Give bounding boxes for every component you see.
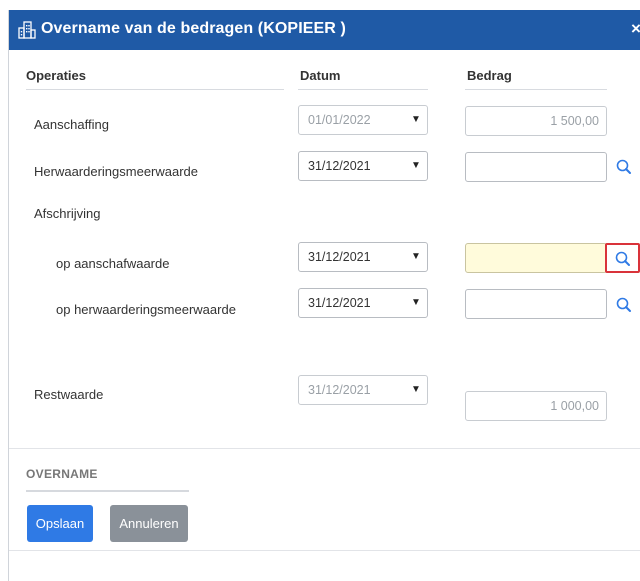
amount-field-op-aanschafwaarde[interactable] [465,243,607,273]
column-header-date: Datum [300,68,341,83]
amount-value: 1 500,00 [550,114,599,128]
close-icon[interactable]: × [631,19,640,39]
section-title-overname: OVERNAME [26,467,98,481]
row-label-op-aanschafwaarde: op aanschafwaarde [56,256,170,271]
section-underline [26,490,189,492]
row-label-herwaardering: Herwaarderingsmeerwaarde [34,164,199,179]
amount-field-restwaarde: 1 000,00 [465,391,607,421]
search-icon [615,251,630,266]
amount-field-aanschaffing: 1 500,00 [465,106,607,136]
date-value: 31/12/2021 [308,159,371,173]
header-divider [298,89,428,90]
date-select-op-aanschafwaarde[interactable]: 31/12/2021 ▼ [298,242,428,272]
amount-field-op-herwaardering[interactable] [465,289,607,319]
date-select-aanschaffing: 01/01/2022 ▼ [298,105,428,135]
amount-value: 1 000,00 [550,399,599,413]
column-header-amount: Bedrag [467,68,512,83]
row-label-op-herwaardering: op herwaarderingsmeerwaarde [56,302,236,317]
date-select-op-herwaardering[interactable]: 31/12/2021 ▼ [298,288,428,318]
row-label-aanschaffing: Aanschaffing [34,117,109,132]
date-select-herwaardering[interactable]: 31/12/2021 ▼ [298,151,428,181]
dropdown-arrow-icon: ▼ [411,114,421,125]
dropdown-arrow-icon: ▼ [411,297,421,308]
date-value: 01/01/2022 [308,113,371,127]
date-value: 31/12/2021 [308,296,371,310]
dropdown-arrow-icon: ▼ [411,384,421,395]
dropdown-arrow-icon: ▼ [411,251,421,262]
footer-divider [9,550,640,551]
dropdown-arrow-icon: ▼ [411,160,421,171]
amount-field-herwaardering[interactable] [465,152,607,182]
row-label-restwaarde: Restwaarde [34,387,104,402]
date-select-restwaarde: 31/12/2021 ▼ [298,375,428,405]
header-divider [465,89,607,90]
cancel-button[interactable]: Annuleren [110,505,188,542]
content-divider [9,448,640,449]
column-header-operations: Operaties [26,68,86,83]
dialog-titlebar: Overname van de bedragen (KOPIEER ) × [9,10,640,50]
date-value: 31/12/2021 [308,250,371,264]
search-icon[interactable] [614,295,634,315]
header-divider [26,89,284,90]
building-icon [18,21,36,39]
dialog-title: Overname van de bedragen (KOPIEER ) [41,20,346,37]
save-button[interactable]: Opslaan [27,505,93,542]
search-icon[interactable] [614,157,634,177]
date-value: 31/12/2021 [308,383,371,397]
search-button-focused[interactable] [605,243,640,273]
row-label-afschrijving: Afschrijving [34,206,101,221]
dialog: Overname van de bedragen (KOPIEER ) × Op… [8,10,640,581]
